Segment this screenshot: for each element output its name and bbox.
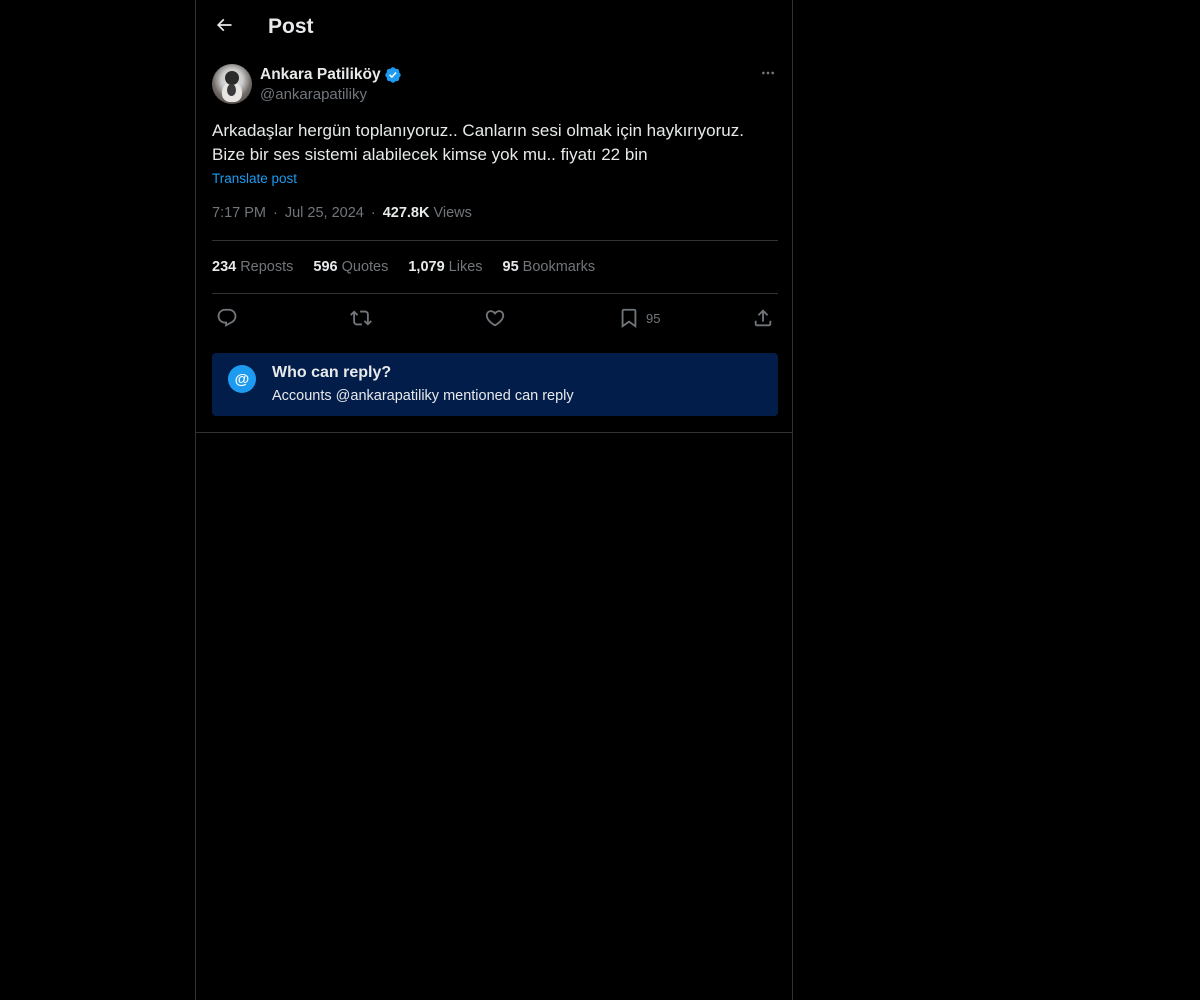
page-title: Post — [268, 15, 314, 38]
like-button[interactable] — [484, 304, 506, 332]
engagement-stats: 234 Reposts 596 Quotes 1,079 Likes 95 Bookma… — [212, 259, 615, 275]
avatar[interactable] — [212, 64, 252, 104]
mention-icon: @ — [228, 365, 256, 393]
meta-separator: · — [370, 205, 376, 221]
reposts-stat[interactable]: 234 Reposts — [212, 259, 293, 275]
bookmarks-stat[interactable]: 95 Bookmarks — [503, 259, 596, 275]
who-can-reply-subtitle: Accounts @ankarapatiliky mentioned can r… — [272, 388, 574, 404]
bookmarks-label: Bookmarks — [522, 259, 596, 275]
author-name-row[interactable]: Ankara Patiliköy — [260, 65, 402, 85]
likes-count: 1,079 — [408, 259, 445, 275]
heart-icon — [484, 307, 506, 329]
reposts-label: Reposts — [240, 259, 294, 275]
repost-icon — [350, 307, 372, 329]
quotes-stat[interactable]: 596 Quotes — [313, 259, 388, 275]
likes-stat[interactable]: 1,079 Likes — [408, 259, 482, 275]
dog-avatar-head — [225, 71, 239, 85]
main-column: Post Ankara Patiliköy @ankarapatiliky Ar… — [195, 0, 793, 1000]
divider — [196, 432, 792, 433]
quotes-label: Quotes — [341, 259, 389, 275]
bookmark-button[interactable]: 95 — [618, 304, 660, 332]
repost-button[interactable] — [350, 304, 372, 332]
reposts-count: 234 — [212, 259, 237, 275]
post-header: Post — [196, 0, 792, 54]
author-handle[interactable]: @ankarapatiliky — [260, 86, 367, 103]
arrow-left-icon — [214, 15, 234, 40]
meta-separator: · — [273, 205, 278, 221]
post-text: Arkadaşlar hergün toplanıyoruz.. Canları… — [212, 121, 744, 164]
divider — [212, 293, 778, 294]
share-button[interactable] — [752, 304, 774, 332]
reply-button[interactable] — [216, 304, 238, 332]
bookmarks-count: 95 — [502, 259, 519, 275]
back-button[interactable] — [208, 11, 240, 43]
author-name[interactable]: Ankara Patiliköy — [260, 66, 381, 84]
share-icon — [752, 307, 774, 329]
translate-post-link[interactable]: Translate post — [212, 171, 297, 186]
likes-label: Likes — [448, 259, 483, 275]
reply-icon — [216, 307, 238, 329]
bookmark-icon — [618, 307, 640, 329]
action-bar: 95 — [212, 304, 778, 332]
quotes-count: 596 — [313, 259, 338, 275]
verified-badge-icon[interactable] — [384, 66, 402, 84]
post-time[interactable]: 7:17 PM — [212, 205, 266, 221]
who-can-reply-box: @ Who can reply? Accounts @ankarapatilik… — [212, 353, 778, 416]
views-count[interactable]: 427.8K — [383, 205, 430, 221]
dog-avatar-spot — [227, 84, 236, 96]
who-can-reply-title: Who can reply? — [272, 364, 392, 381]
divider — [212, 240, 778, 241]
more-options-button[interactable] — [758, 64, 778, 86]
post-date[interactable]: Jul 25, 2024 — [285, 205, 364, 221]
more-dots-icon — [760, 65, 776, 86]
views-label[interactable]: Views — [433, 205, 471, 221]
post-meta: 7:17 PM · Jul 25, 2024 · 427.8K Views — [212, 205, 472, 221]
bookmark-action-count: 95 — [646, 310, 661, 326]
